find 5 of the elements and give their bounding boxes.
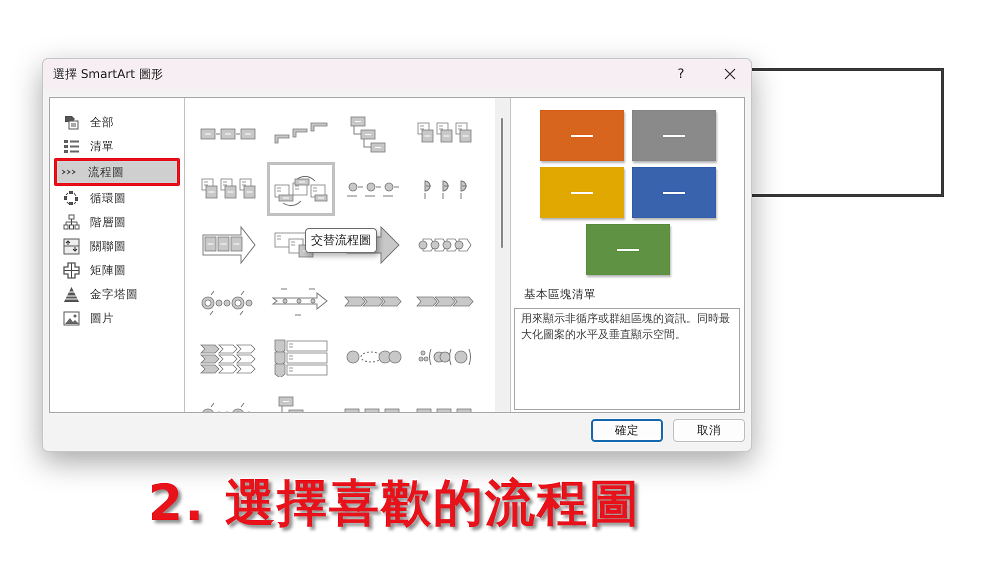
tooltip: 交替流程圖 <box>305 228 377 253</box>
caption: 2. 選擇喜歡的流程圖 <box>148 473 642 534</box>
layout-title: 基本區塊清單 <box>524 287 597 302</box>
layout-description: 用來顯示非循序或群組區塊的資訊。同時最大化圖案的水平及垂直顯示空間。 <box>514 308 740 410</box>
window-title: 選擇 SmartArt 圖形 <box>53 66 164 82</box>
